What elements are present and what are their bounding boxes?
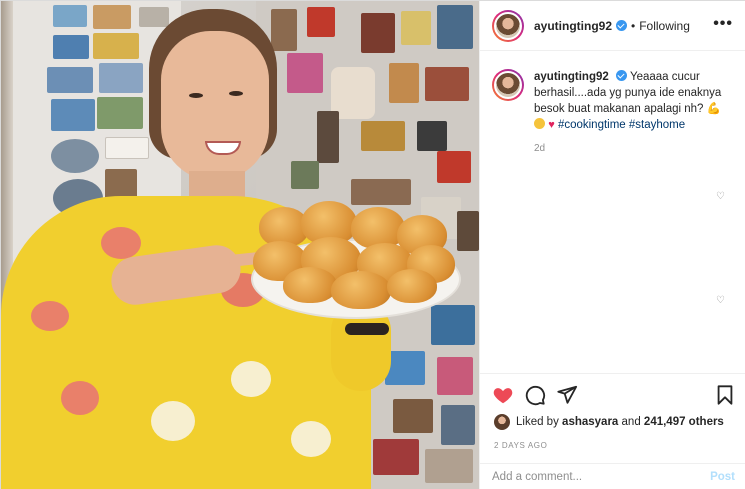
dress-flower — [31, 301, 69, 331]
avatar-image — [494, 11, 522, 40]
likes-summary: Liked by ashasyara and 241,497 others — [494, 414, 724, 430]
magnet — [307, 7, 335, 37]
comment-icon[interactable] — [524, 384, 546, 406]
pastry — [331, 271, 391, 309]
magnet — [291, 161, 319, 189]
magnet — [425, 67, 469, 101]
flexed-arm-emoji-icon: 💪 — [706, 103, 721, 115]
magnet — [271, 9, 297, 51]
post-header: ayutingting92 • Following ••• — [480, 1, 745, 51]
dress-flower — [291, 421, 331, 457]
bookmark-icon[interactable] — [714, 384, 736, 406]
magnet — [105, 137, 149, 159]
post-date: 2 DAYS AGO — [494, 441, 548, 450]
dress-flower — [151, 401, 195, 441]
pastry — [283, 267, 337, 303]
caption-avatar[interactable] — [492, 69, 524, 101]
comment-like-heart-icon[interactable]: ♡ — [716, 295, 725, 306]
magnet — [51, 139, 99, 173]
share-icon[interactable] — [556, 384, 578, 406]
right-eye — [229, 91, 243, 96]
smile-emoji-icon — [534, 118, 545, 129]
magnet — [287, 53, 323, 93]
more-options-icon[interactable]: ••• — [713, 15, 733, 33]
red-heart-emoji-icon: ♥ — [548, 119, 555, 131]
magnet — [51, 99, 95, 131]
caption-username[interactable]: ayutingting92 — [534, 71, 609, 83]
magnet — [425, 449, 473, 483]
comment-input[interactable] — [492, 471, 711, 483]
magnet — [417, 121, 447, 151]
pastry — [387, 269, 437, 303]
magnet — [93, 5, 131, 29]
add-comment-bar: Post — [480, 463, 745, 489]
magnet — [389, 63, 419, 103]
magnet — [99, 63, 143, 93]
following-button[interactable]: Following — [639, 19, 690, 33]
comments-section: ayutingting92 Yeaaaa cucur berhasil....a… — [480, 51, 745, 373]
post-photo[interactable] — [1, 1, 479, 489]
action-bar — [480, 373, 745, 418]
magnet — [361, 13, 395, 53]
avatar-image — [494, 71, 522, 99]
magnet — [47, 67, 93, 93]
magnet — [53, 35, 89, 59]
magnet — [437, 5, 473, 49]
face — [161, 31, 269, 181]
likes-count[interactable]: 241,497 others — [644, 416, 724, 428]
magnet — [441, 405, 475, 445]
comment-like-heart-icon[interactable]: ♡ — [716, 191, 725, 202]
separator-dot: • — [631, 18, 636, 33]
liker-avatar[interactable] — [494, 414, 510, 430]
magnet — [317, 111, 339, 163]
magnet — [139, 7, 169, 27]
post-frame: ayutingting92 • Following ••• ayutingtin… — [0, 0, 745, 489]
magnet — [457, 211, 479, 251]
magnet — [437, 151, 471, 183]
post-comment-button[interactable]: Post — [710, 471, 735, 483]
magnet — [53, 5, 87, 27]
caption-age: 2d — [534, 143, 546, 154]
dress-flower — [231, 361, 271, 397]
magnet — [431, 305, 475, 345]
verified-badge-icon — [615, 70, 627, 81]
avatar[interactable] — [492, 9, 524, 42]
heart-filled-icon[interactable] — [492, 384, 514, 406]
magnet — [361, 121, 405, 151]
bracelet — [345, 323, 389, 335]
magnet — [401, 11, 431, 45]
verified-badge-icon — [616, 20, 628, 31]
hashtag-cookingtime[interactable]: #cookingtime — [558, 119, 626, 131]
post-side-panel: ayutingting92 • Following ••• ayutingtin… — [479, 1, 745, 489]
header-username[interactable]: ayutingting92 — [534, 19, 612, 33]
magnet — [351, 179, 411, 205]
liker-username[interactable]: ashasyara — [562, 416, 618, 428]
left-eye — [189, 93, 203, 98]
magnet — [393, 399, 433, 433]
likes-prefix: Liked by — [516, 416, 559, 428]
dress-flower — [101, 227, 141, 259]
magnet — [97, 97, 143, 129]
caption-text: ayutingting92 Yeaaaa cucur berhasil....a… — [534, 69, 724, 133]
caption: ayutingting92 Yeaaaa cucur berhasil....a… — [492, 69, 735, 133]
hashtag-stayhome[interactable]: #stayhome — [629, 119, 685, 131]
dress-flower — [61, 381, 99, 415]
magnet — [373, 439, 419, 475]
likes-and: and — [621, 416, 641, 428]
magnet — [437, 357, 473, 395]
magnet — [93, 33, 139, 59]
magnet — [385, 351, 425, 385]
